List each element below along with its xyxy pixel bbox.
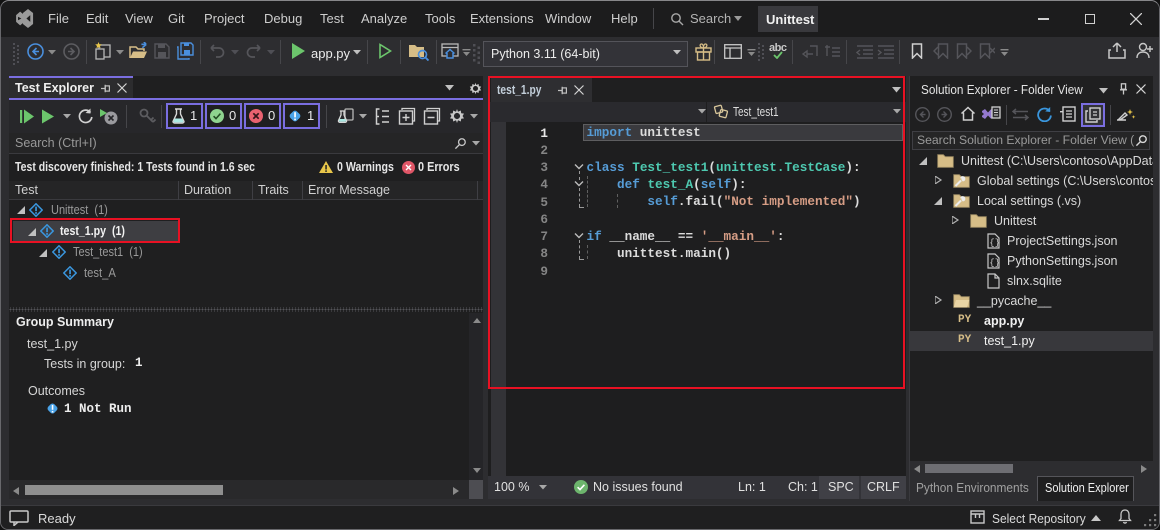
svg-text:{}: {}	[989, 258, 1000, 268]
svg-text:{}: {}	[989, 238, 1000, 248]
